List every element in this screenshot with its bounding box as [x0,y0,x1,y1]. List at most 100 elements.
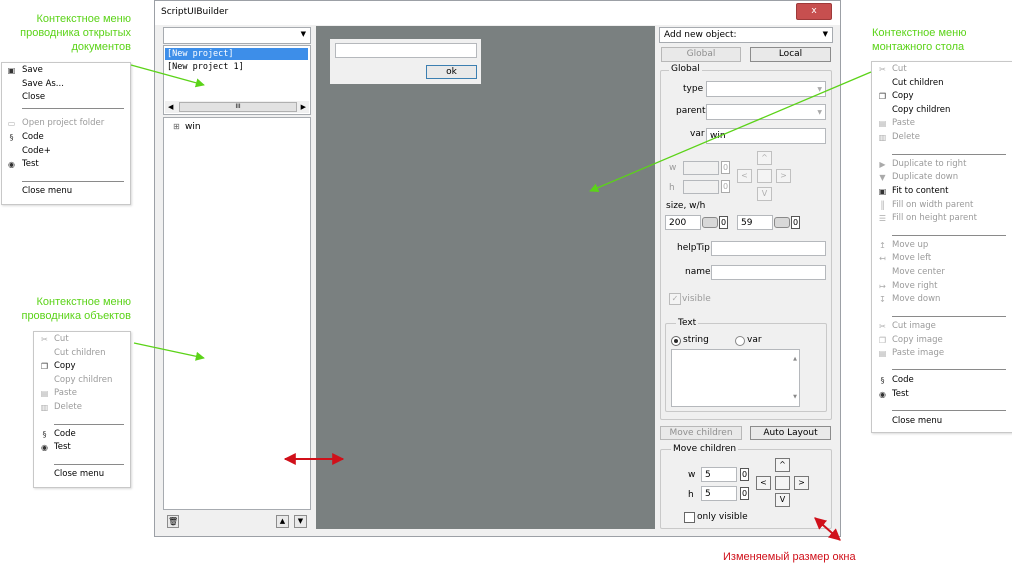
move-item-down-button[interactable]: ▼ [294,515,307,528]
menu-item-cut-children[interactable]: Cut children [872,77,1012,90]
menu-item-copy-image[interactable]: ❐ Copy image [872,334,1012,347]
w-input[interactable] [683,161,719,175]
menu-item-save[interactable]: ▣ Save [2,64,130,77]
pos-up-button[interactable]: ^ [757,151,772,165]
move-h-input[interactable]: 5 [701,486,737,501]
menu-item-code[interactable]: § Code [34,428,130,441]
move-center-button[interactable] [775,476,790,490]
menu-item-open-project-folder[interactable]: ▭ Open project folder [2,117,130,130]
preview-text-field[interactable] [335,43,477,58]
menu-item-delete[interactable]: ▥ Delete [34,401,130,414]
scroll-right-icon[interactable]: ▶ [301,101,306,113]
move-h-spin[interactable]: 0 [740,487,749,500]
menu-item-paste[interactable]: ▤ Paste [34,387,130,400]
delete-object-button[interactable]: 🗑 [167,515,179,528]
pos-left-button[interactable]: < [737,169,752,183]
menu-item-duplicate-down[interactable]: ▼ Duplicate down [872,171,1012,184]
menu-item-move-left[interactable]: ↤ Move left [872,252,1012,265]
doc-item[interactable]: [New project 1] [165,61,244,73]
string-radio[interactable] [671,336,681,346]
menu-item-fit-to-content[interactable]: ▣ Fit to content [872,185,1012,198]
pos-down-button[interactable]: V [757,187,772,201]
tree-expand-icon[interactable]: ⊞ [173,122,180,131]
menu-item-copy-children[interactable]: Copy children [872,104,1012,117]
menu-item-test[interactable]: ◉ Test [2,158,130,171]
menu-item-cut-children[interactable]: Cut children [34,347,130,360]
menu-item-close-menu[interactable]: Close menu [872,415,1012,428]
menu-item-copy[interactable]: ❐ Copy [872,90,1012,103]
w-spin[interactable]: 0 [721,161,730,174]
menu-item-code[interactable]: § Code [2,131,130,144]
objects-context-menu: ✂ Cut Cut children ❐ Copy Copy children ▤ Paste… [33,331,131,488]
menu-item-close-menu[interactable]: Close menu [2,185,130,198]
move-w-spin[interactable]: 0 [740,468,749,481]
auto-layout-button[interactable]: Auto Layout [750,426,831,440]
tree-item-win[interactable]: win [185,122,201,132]
var-input[interactable]: win [706,128,826,144]
menu-item-duplicate-to-right[interactable]: ▶ Duplicate to right [872,158,1012,171]
move-item-up-button[interactable]: ▲ [276,515,289,528]
type-dropdown[interactable]: ▼ [706,81,826,97]
size-h-slider[interactable] [774,217,790,228]
var-radio[interactable] [735,336,745,346]
menu-item-paste[interactable]: ▤ Paste [872,117,1012,130]
docs-horizontal-scrollbar[interactable]: ◀ III ▶ [165,101,309,113]
menu-item-fill-on-width-parent[interactable]: ║ Fill on width parent [872,199,1012,212]
scroll-up-icon[interactable]: ▲ [793,352,797,366]
size-w-spin[interactable]: 0 [719,216,728,229]
menu-item-test[interactable]: ◉ Test [872,388,1012,401]
menu-item-paste-image[interactable]: ▤ Paste image [872,347,1012,360]
size-w-input[interactable]: 200 [665,215,701,230]
menu-item-close-menu[interactable]: Close menu [34,468,130,481]
move-down-button[interactable]: V [775,493,790,507]
menu-item-code[interactable]: Code+ [2,145,130,158]
menu-item-label: Duplicate to right [892,159,967,169]
scroll-down-icon[interactable]: ▼ [793,390,797,404]
preview-ok-button[interactable]: ok [426,65,477,79]
size-w-slider[interactable] [702,217,718,228]
pos-right-button[interactable]: > [776,169,791,183]
h-label: h [669,183,675,193]
only-visible-checkbox[interactable] [684,512,695,523]
menu-item-cut[interactable]: ✂ Cut [34,333,130,346]
move-w-input[interactable]: 5 [701,467,737,482]
menu-item-cut-image[interactable]: ✂ Cut image [872,320,1012,333]
menu-item-cut[interactable]: ✂ Cut [872,63,1012,76]
text-area[interactable]: ▲ ▼ [671,349,800,407]
menu-item-copy[interactable]: ❐ Copy [34,360,130,373]
helptip-input[interactable] [711,241,826,256]
pos-center-button[interactable] [757,169,772,183]
menu-item-copy-children[interactable]: Copy children [34,374,130,387]
global-button[interactable]: Global [661,47,741,62]
scroll-left-icon[interactable]: ◀ [168,101,173,113]
menu-item-move-up[interactable]: ↥ Move up [872,239,1012,252]
close-window-button[interactable]: x [796,3,832,20]
menu-item-delete[interactable]: ▥ Delete [872,131,1012,144]
stage-canvas[interactable]: ok [316,26,655,529]
move-up-button[interactable]: ^ [775,458,790,472]
menu-item-code[interactable]: § Code [872,374,1012,387]
move-right-button[interactable]: > [794,476,809,490]
triangle-down-icon: ▼ [879,173,886,182]
docs-dropdown[interactable]: ▼ [163,27,311,44]
local-button[interactable]: Local [750,47,831,62]
scroll-thumb[interactable]: III [179,102,297,112]
name-input[interactable] [711,265,826,280]
size-h-spin[interactable]: 0 [791,216,800,229]
move-children-button[interactable]: Move children [660,426,742,440]
move-left-button[interactable]: < [756,476,771,490]
menu-item-move-center[interactable]: Move center [872,266,1012,279]
menu-item-move-right[interactable]: ↦ Move right [872,280,1012,293]
menu-item-save-as[interactable]: Save As... [2,78,130,91]
menu-item-close[interactable]: Close [2,91,130,104]
doc-item-selected[interactable]: [New project] [165,48,308,60]
menu-item-test[interactable]: ◉ Test [34,441,130,454]
size-h-input[interactable]: 59 [737,215,773,230]
parent-dropdown[interactable]: ▼ [706,104,826,120]
menu-item-fill-on-height-parent[interactable]: ☰ Fill on height parent [872,212,1012,225]
menu-item-move-down[interactable]: ↧ Move down [872,293,1012,306]
h-spin[interactable]: 0 [721,180,730,193]
visible-checkbox[interactable]: ✓ [669,293,681,305]
add-object-dropdown[interactable]: Add new object: ▼ [659,27,833,43]
h-input[interactable] [683,180,719,194]
